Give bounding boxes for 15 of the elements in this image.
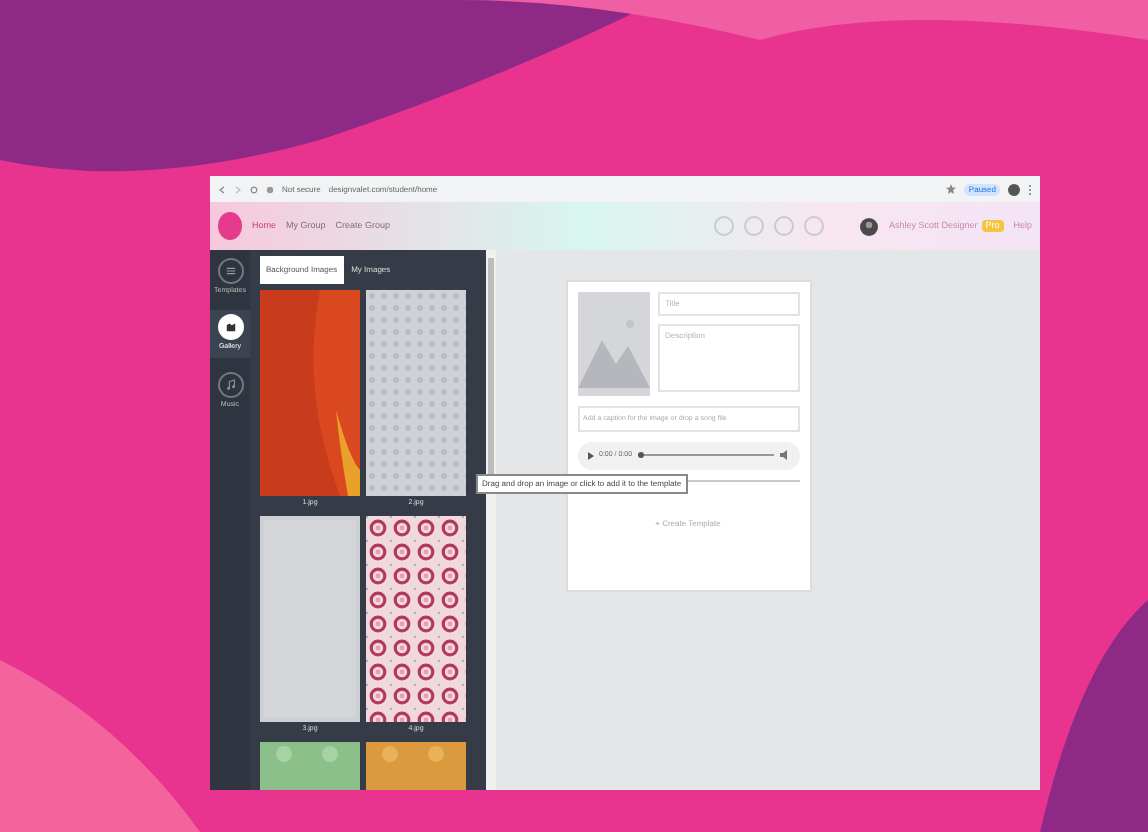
logo[interactable] <box>218 212 242 240</box>
toolbar-icon[interactable] <box>714 216 735 236</box>
image-placeholder-icon <box>577 292 649 396</box>
reload-icon <box>250 185 258 193</box>
back-icon <box>218 185 226 193</box>
volume-icon <box>779 450 789 461</box>
star-icon <box>946 184 957 194</box>
toolbar-icon[interactable] <box>774 216 795 236</box>
avatar-icon <box>1008 183 1020 195</box>
avatar-icon <box>860 217 879 235</box>
play-icon <box>587 451 593 460</box>
toolbar-icon[interactable] <box>744 216 765 236</box>
toolbar-icon[interactable] <box>804 216 825 236</box>
slider-thumb[interactable] <box>638 452 645 459</box>
forward-icon <box>234 185 242 193</box>
